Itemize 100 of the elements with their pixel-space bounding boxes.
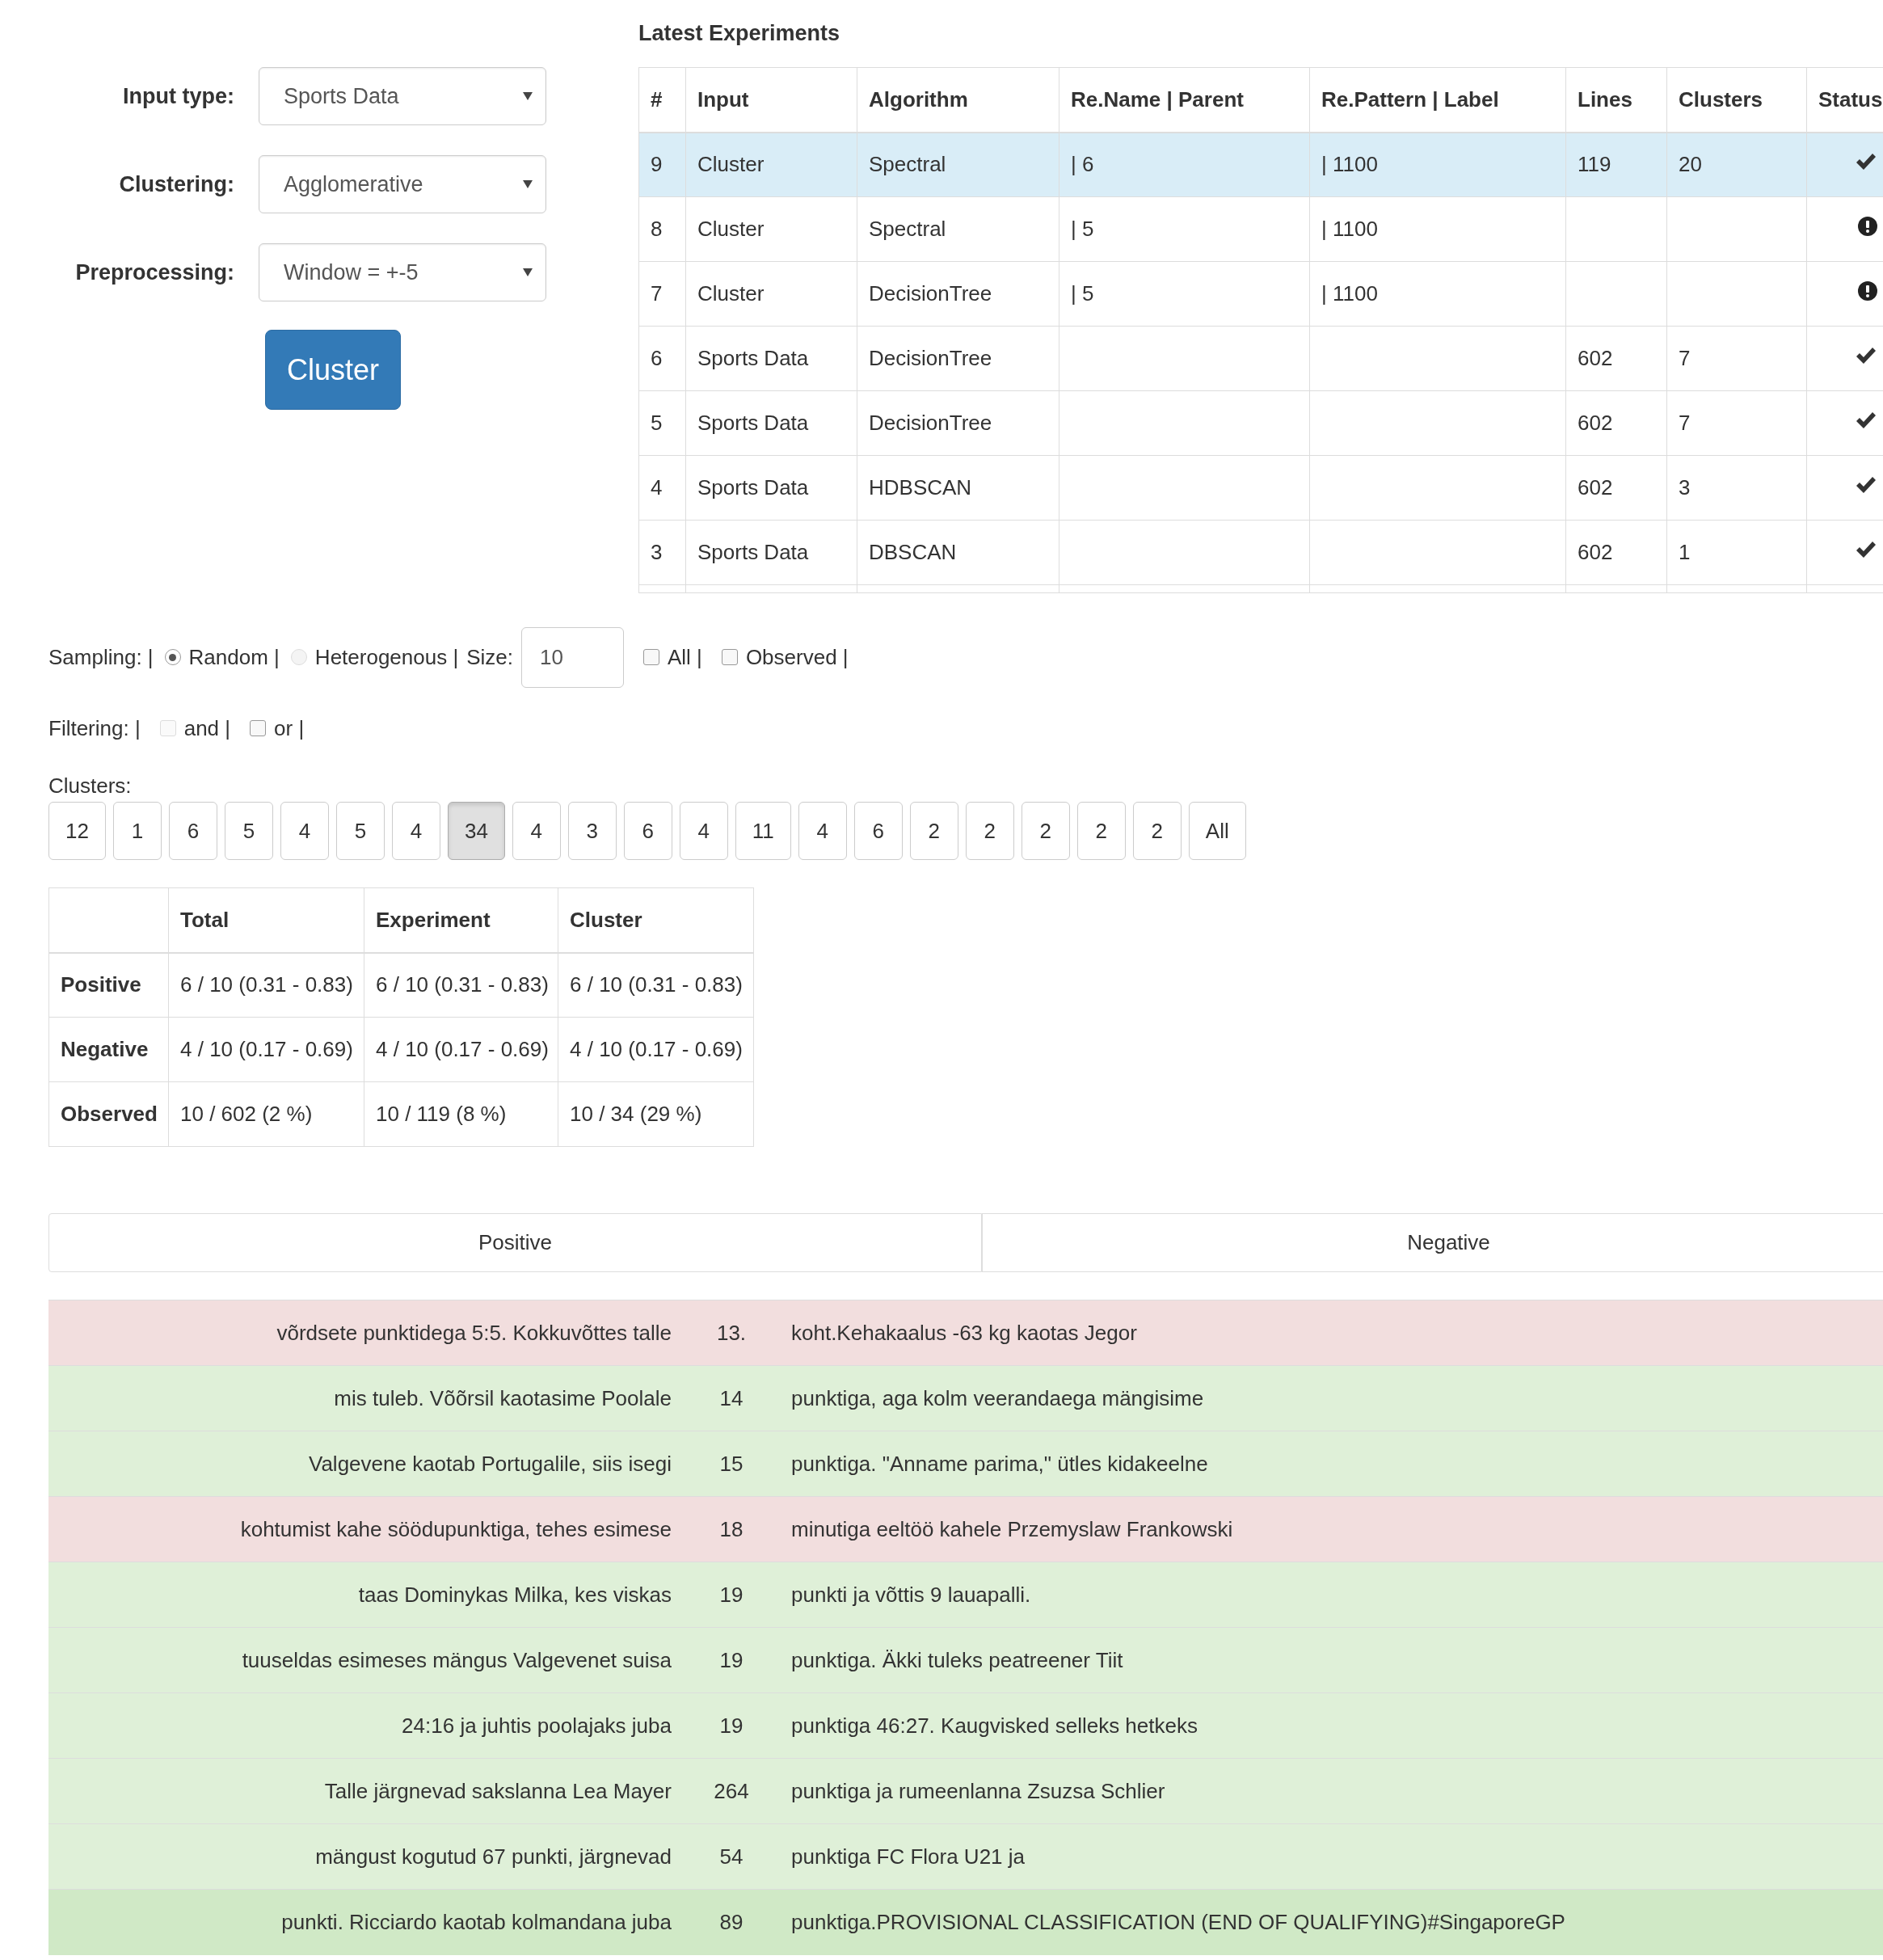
caret-icon [523,92,533,100]
checkbox[interactable] [643,649,659,665]
column-header: Experiment [364,887,558,953]
table-cell: DBSCAN [857,520,1059,585]
cluster-filter-button[interactable]: 6 [853,802,903,860]
checkbox-label: or | [274,715,305,741]
table-cell: 19 [683,1692,780,1759]
experiment-row[interactable]: 4 Sports Data HDBSCAN 602 3 [638,455,1883,521]
select-field[interactable]: Sports Data [259,67,546,125]
exclamation-circle-icon [1858,281,1877,301]
table-cell: 602 [1565,390,1667,456]
cluster-filter-button[interactable]: 11 [735,802,791,860]
table-cell: 3 [1666,455,1807,521]
cluster-filter-button[interactable]: 5 [224,802,273,860]
experiment-row[interactable]: 8 Cluster Spectral | 5 | 1100 [638,196,1883,262]
cluster-filter-button[interactable]: 12 [48,802,106,860]
table-cell: | 5 [1059,196,1310,262]
cluster-filter-button[interactable]: 2 [965,802,1014,860]
caret-icon [523,268,533,276]
cluster-filter-button[interactable]: 4 [798,802,847,860]
column-header: Algorithm [857,67,1059,133]
table-cell: mängust kogutud 67 punkti, järgnevad [48,1823,683,1890]
column-header: Input [685,67,857,133]
table-cell: 13. [683,1300,780,1366]
row-header: Observed [48,1081,169,1147]
section-title: Latest Experiments [638,20,841,47]
clusters-label: Clusters: [48,773,132,798]
cluster-filter-button[interactable]: 4 [679,802,728,860]
text-line-row[interactable]: mängust kogutud 67 punkti, järgnevad 54 punktiga FC Flora U21 ja [48,1823,1883,1890]
cluster-filter-button[interactable]: 5 [335,802,385,860]
cluster-filter-button[interactable]: 2 [1132,802,1182,860]
table-cell: DecisionTree [857,326,1059,391]
checkbox[interactable] [721,649,738,665]
table-cell: võrdsete punktidega 5:5. Kokkuvõttes talle [48,1300,683,1366]
checkbox[interactable] [250,720,267,736]
text-line-row[interactable]: Valgevene kaotab Portugalile, siis isegi 15 punktiga. "Anname parima," ütles kidakeelne [48,1431,1883,1497]
cluster-filter-button[interactable]: 6 [168,802,217,860]
table-cell: HDBSCAN [857,455,1059,521]
table-cell: punktiga. "Anname parima," ütles kidakeelne [780,1431,1883,1497]
table-cell: 602 [1565,520,1667,585]
cluster-filter-button[interactable]: 4 [391,802,440,860]
experiment-row[interactable]: 5 Sports Data DecisionTree 602 7 [638,390,1883,456]
table-cell: 4 [638,455,686,521]
label-tab[interactable]: Negative [982,1213,1883,1272]
table-cell: 3 [638,520,686,585]
cluster-filter-button[interactable]: 2 [1076,802,1126,860]
text-line-row[interactable]: 24:16 ja juhtis poolajaks juba 19 punktiga 46:27. Kaugvisked selleks hetkeks [48,1692,1883,1759]
table-cell: punkti. Ricciardo kaotab kolmandana juba [48,1889,683,1955]
table-cell: 602 [1565,326,1667,391]
cluster-filter-button[interactable]: 4 [280,802,329,860]
text-line-row[interactable]: punkti. Ricciardo kaotab kolmandana juba 89 punktiga.PROVISIONAL CLASSIFICATION (END OF QUALIFYING)#SingaporeGP [48,1889,1883,1955]
cluster-filter-button[interactable]: 4 [512,802,561,860]
label-tab[interactable]: Positive [48,1213,982,1272]
table-cell: punktiga ja rumeenlanna Zsuzsa Schlier [780,1758,1883,1824]
table-cell: DecisionTree [857,390,1059,456]
column-header: Lines [1565,67,1667,133]
text-line-row[interactable]: taas Dominykas Milka, kes viskas 19 punkti ja võttis 9 lauapalli. [48,1562,1883,1628]
column-header: Cluster [558,887,754,953]
table-cell: DecisionTree [857,261,1059,327]
column-header: Re.Pattern | Label [1309,67,1566,133]
text-line-row[interactable]: mis tuleb. Võõrsil kaotasime Poolale 14 punktiga, aga kolm veerandaega mängisime [48,1365,1883,1431]
cluster-filter-button[interactable]: 2 [1021,802,1070,860]
experiment-row[interactable]: 6 Sports Data DecisionTree 602 7 [638,326,1883,391]
experiment-row[interactable]: 3 Sports Data DBSCAN 602 1 [638,520,1883,585]
radio-button[interactable] [164,649,181,665]
text-line-row[interactable]: kohtumist kahe söödupunktiga, tehes esimese 18 minutiga eeltöö kahele Przemyslaw Frankowski [48,1496,1883,1562]
check-icon [1855,346,1877,365]
experiment-row[interactable]: 9 Cluster Spectral | 6 | 1100 119 20 [638,132,1883,197]
cluster-filter-button[interactable]: All [1188,802,1246,860]
column-header: # [638,67,686,133]
table-cell: Cluster [685,261,857,327]
table-cell: 119 [1565,132,1667,197]
cluster-filter-button[interactable]: 2 [909,802,958,860]
table-cell: punktiga.PROVISIONAL CLASSIFICATION (END OF QUALIFYING)#SingaporeGP [780,1889,1883,1955]
check-icon [1855,475,1877,495]
table-cell: punktiga, aga kolm veerandaega mängisime [780,1365,1883,1431]
cluster-filter-button[interactable]: 3 [567,802,617,860]
table-cell: 89 [683,1889,780,1955]
select-field[interactable]: Window = +-5 [259,243,546,301]
text-line-row[interactable]: tuuseldas esimeses mängus Valgevenet suisa 19 punktiga. Äkki tuleks peatreener Tiit [48,1627,1883,1693]
checkbox-label: Observed | [745,644,849,670]
table-cell: 18 [683,1496,780,1562]
select-field[interactable]: Agglomerative [259,155,546,213]
cluster-filter-button[interactable]: 34 [447,802,505,860]
text-line-row[interactable]: Talle järgnevad sakslanna Lea Mayer 264 punktiga ja rumeenlanna Zsuzsa Schlier [48,1758,1883,1824]
sampling-label: Sampling: | [48,644,154,670]
size-input[interactable]: 10 [521,626,624,688]
column-header: Clusters [1666,67,1807,133]
cluster-button[interactable]: Cluster [265,330,401,410]
table-cell: Sports Data [685,326,857,391]
cluster-filter-button[interactable]: 1 [112,802,162,860]
cluster-filter-button[interactable]: 6 [623,802,672,860]
table-cell: Talle järgnevad sakslanna Lea Mayer [48,1758,683,1824]
table-cell: 4 / 10 (0.17 - 0.69) [168,1017,364,1082]
table-cell: | 1100 [1309,261,1566,327]
table-cell: Cluster [685,132,857,197]
table-cell: taas Dominykas Milka, kes viskas [48,1562,683,1628]
experiment-row[interactable]: 7 Cluster DecisionTree | 5 | 1100 [638,261,1883,327]
field-label: Clustering: [118,171,234,197]
text-line-row[interactable]: võrdsete punktidega 5:5. Kokkuvõttes talle 13. koht.Kehakaalus -63 kg kaotas Jegor [48,1300,1883,1366]
